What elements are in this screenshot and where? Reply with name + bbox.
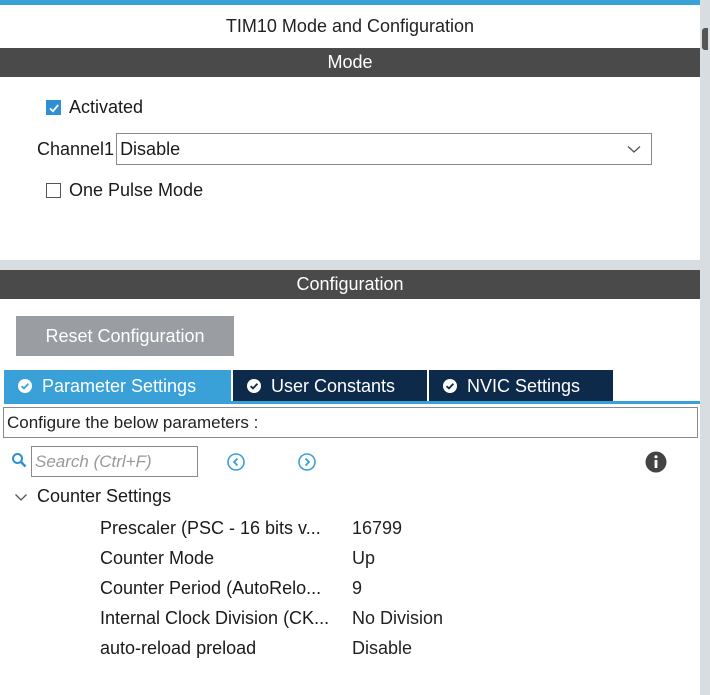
param-row-auto-reload[interactable]: auto-reload preload Disable — [100, 633, 412, 663]
check-circle-icon — [18, 379, 32, 393]
tab-user-constants[interactable]: User Constants — [233, 370, 429, 402]
check-circle-icon — [443, 379, 457, 393]
reset-configuration-button[interactable]: Reset Configuration — [16, 316, 234, 356]
param-value[interactable]: Up — [352, 548, 375, 569]
previous-result-icon[interactable] — [226, 452, 246, 472]
one-pulse-checkbox-row[interactable]: One Pulse Mode — [46, 180, 203, 201]
config-tabs: Parameter Settings User Constants NVIC S… — [4, 370, 613, 402]
counter-settings-group[interactable]: Counter Settings — [14, 486, 171, 507]
section-splitter[interactable] — [0, 260, 700, 270]
tab-label: NVIC Settings — [467, 375, 581, 396]
param-name: Prescaler (PSC - 16 bits v... — [100, 517, 321, 538]
param-name: Internal Clock Division (CK... — [100, 607, 330, 628]
one-pulse-checkbox[interactable] — [46, 183, 61, 198]
next-result-icon[interactable] — [297, 452, 317, 472]
search-input[interactable] — [31, 446, 198, 477]
tab-label: Parameter Settings — [42, 375, 197, 396]
check-circle-icon — [247, 379, 261, 393]
channel1-label: Channel1 — [37, 138, 115, 159]
activated-checkbox[interactable] — [46, 100, 61, 115]
param-name: Counter Period (AutoRelo... — [100, 577, 322, 598]
param-value[interactable]: 16799 — [352, 518, 402, 539]
tab-underline — [4, 401, 700, 404]
channel1-select[interactable]: Disable — [116, 133, 653, 165]
activated-label: Activated — [69, 97, 144, 117]
param-value[interactable]: 9 — [352, 578, 362, 599]
param-row-counter-period[interactable]: Counter Period (AutoRelo... 9 — [100, 573, 362, 603]
tab-parameter-settings[interactable]: Parameter Settings — [4, 370, 233, 402]
param-row-clock-division[interactable]: Internal Clock Division (CK... No Divisi… — [100, 603, 443, 633]
channel1-select-value: Disable — [120, 138, 181, 159]
window-edge — [700, 0, 710, 695]
param-row-counter-mode[interactable]: Counter Mode Up — [100, 543, 375, 573]
param-name: auto-reload preload — [100, 637, 257, 658]
one-pulse-label: One Pulse Mode — [69, 180, 204, 200]
chevron-down-icon — [15, 493, 27, 501]
mode-section-header: Mode — [0, 48, 700, 77]
param-value[interactable]: No Division — [352, 608, 443, 629]
tab-label: User Constants — [271, 375, 396, 396]
panel-title: TIM10 Mode and Configuration — [225, 16, 475, 36]
info-icon[interactable] — [645, 451, 667, 473]
activated-checkbox-row[interactable]: Activated — [46, 97, 143, 118]
param-row-prescaler[interactable]: Prescaler (PSC - 16 bits v... 16799 — [100, 513, 402, 543]
parameters-description: Configure the below parameters : — [3, 407, 698, 438]
search-icon — [12, 453, 27, 468]
configuration-section-header: Configuration — [0, 270, 700, 299]
param-value[interactable]: Disable — [352, 638, 412, 659]
param-name: Counter Mode — [100, 547, 215, 568]
check-icon — [48, 103, 59, 112]
channel1-row: Channel1 Disable — [37, 133, 653, 165]
chevron-down-icon — [627, 146, 641, 153]
group-label: Counter Settings — [37, 486, 172, 506]
tab-nvic-settings[interactable]: NVIC Settings — [429, 370, 613, 402]
panel-resize-handle[interactable] — [702, 28, 708, 50]
